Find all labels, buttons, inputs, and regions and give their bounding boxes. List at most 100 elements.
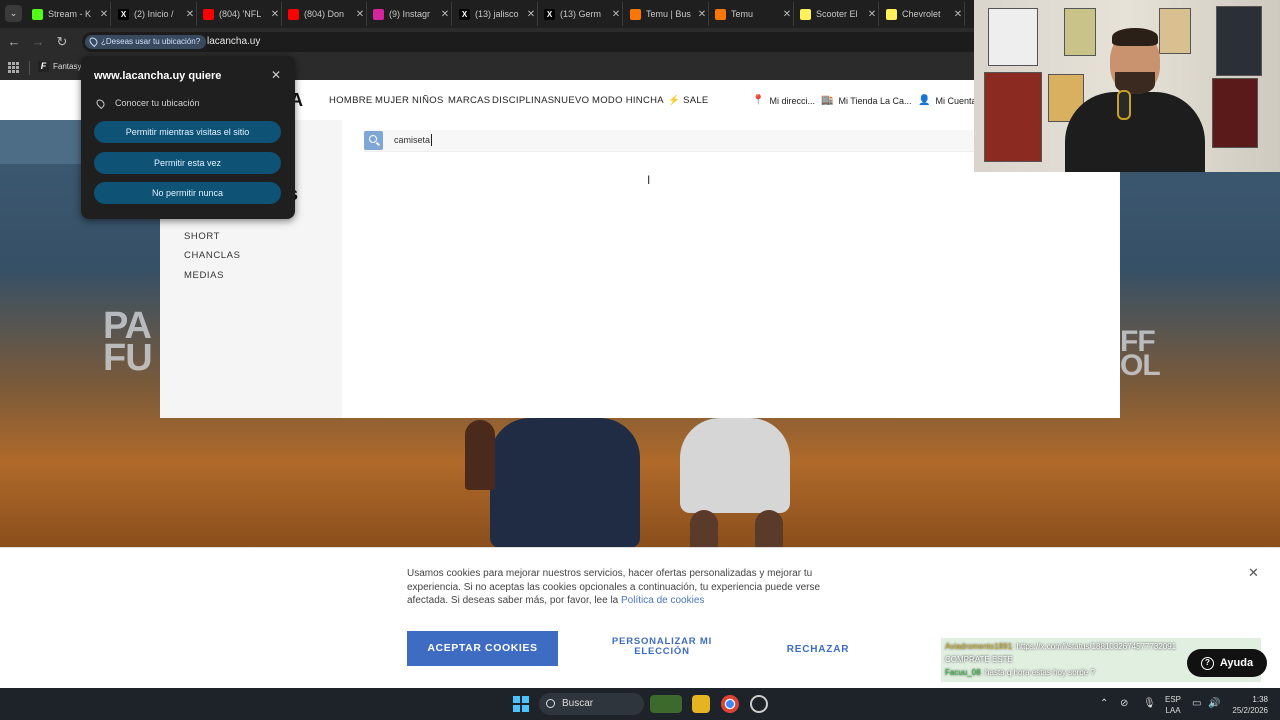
tab-8[interactable]: Temu | Bus ✕ [624, 2, 709, 26]
allow-while-visiting-button[interactable]: Permitir mientras visitas el sitio [94, 121, 281, 143]
address-selector[interactable]: 📍 Mi direcci... [752, 95, 815, 106]
nav-label: SALE [683, 95, 709, 106]
nav-label: NIÑOS [412, 95, 444, 106]
tab-9[interactable]: Temu ✕ [709, 2, 794, 26]
tab-title: Chevrolet [902, 9, 941, 19]
file-explorer-icon[interactable] [692, 695, 710, 713]
tab-close-icon[interactable]: ✕ [354, 9, 366, 20]
system-clock[interactable]: 1:38 25/2/2026 [1225, 694, 1268, 716]
back-arrow-icon[interactable]: ← [6, 34, 22, 50]
streamer-body [1065, 92, 1205, 172]
tab-2[interactable]: X (2) Inicio / ✕ [112, 2, 197, 26]
location-permission-chip[interactable]: ¿Deseas usar tu ubicación? [85, 35, 207, 49]
allow-this-time-button[interactable]: Permitir esta vez [94, 152, 281, 174]
tab-close-icon[interactable]: ✕ [98, 9, 110, 20]
network-icon[interactable]: ⊘ [1120, 698, 1128, 709]
bookmark-divider [29, 61, 30, 75]
search-bar[interactable]: camiseta [364, 130, 984, 152]
clock-date: 25/2/2026 [1232, 706, 1268, 715]
tab-3[interactable]: (804) 'NFL ✕ [197, 2, 282, 26]
poster-image [1212, 78, 1258, 148]
tab-title: Stream - K [48, 9, 92, 19]
never-allow-button[interactable]: No permitir nunca [94, 182, 281, 204]
search-button[interactable] [364, 131, 383, 150]
nav-item[interactable]: MODO HINCHA [592, 95, 664, 106]
close-icon[interactable]: ✕ [1248, 565, 1259, 581]
clock-time: 1:38 [1252, 695, 1268, 704]
popup-location-label: Conocer tu ubicación [115, 98, 200, 108]
help-icon: ? [1200, 656, 1214, 670]
nav-item[interactable]: MUJER [375, 95, 409, 106]
nav-label: MARCAS [448, 95, 491, 106]
popup-close-icon[interactable]: ✕ [269, 68, 283, 82]
cookie-text: Usamos cookies para mejorar nuestros ser… [407, 567, 837, 608]
address-bar[interactable]: ¿Deseas usar tu ubicación? lacancha.uy [82, 32, 982, 52]
store-selector[interactable]: 🏬 Mi Tienda La Ca... [821, 95, 912, 106]
tab-close-icon[interactable]: ✕ [610, 9, 622, 20]
tab-1[interactable]: Stream - K ✕ [26, 2, 111, 26]
suggestion-item[interactable]: SHORT [184, 231, 220, 242]
tab-4[interactable]: (804) Don ✕ [282, 2, 367, 26]
cookie-policy-link[interactable]: Política de cookies [621, 595, 704, 606]
help-button[interactable]: ? Ayuda [1187, 649, 1267, 677]
popup-title: www.lacancha.uy quiere [94, 70, 222, 82]
nav-label: MODO HINCHA [592, 95, 664, 106]
bookmark-fantasy[interactable]: F Fantasy [38, 61, 81, 72]
customize-cookies-button[interactable]: PERSONALIZAR MI ELECCIÓN [598, 637, 726, 657]
suggestion-item[interactable]: MEDIAS [184, 270, 224, 281]
microphone-icon[interactable]: 🎙 [1143, 698, 1156, 709]
windows-start-icon[interactable] [513, 696, 529, 712]
tab-5[interactable]: (9) Instagr ✕ [367, 2, 452, 26]
tab-close-icon[interactable]: ✕ [439, 9, 451, 20]
reject-cookies-button[interactable]: RECHAZAR [760, 644, 876, 655]
url-text[interactable]: lacancha.uy [207, 36, 260, 47]
tab-close-icon[interactable]: ✕ [184, 9, 196, 20]
search-input[interactable]: camiseta [394, 135, 430, 145]
account-link[interactable]: 👤 Mi Cuenta [918, 95, 976, 106]
nav-item[interactable]: MARCAS [448, 95, 490, 106]
tab-title: Scooter El [816, 9, 858, 19]
player-right-leg [690, 510, 718, 550]
search-icon [369, 135, 377, 143]
accept-cookies-button[interactable]: ACEPTAR COOKIES [407, 631, 558, 666]
tab-6[interactable]: X (13) jalisco ✕ [453, 2, 538, 26]
tab-close-icon[interactable]: ✕ [781, 9, 793, 20]
recording-app-icon[interactable] [750, 695, 768, 713]
search-icon [546, 699, 555, 708]
hero-right-text: FF OL [1120, 325, 1161, 382]
tab-close-icon[interactable]: ✕ [269, 9, 281, 20]
suggestion-item[interactable]: CHANCLAS [184, 250, 241, 261]
widget-icon[interactable] [650, 695, 682, 713]
volume-icon[interactable]: 🔊 [1208, 698, 1220, 709]
tab-close-icon[interactable]: ✕ [866, 9, 878, 20]
tab-close-icon[interactable]: ✕ [525, 9, 537, 20]
taskbar-search[interactable]: Buscar [539, 693, 644, 715]
text-cursor-icon: I [647, 173, 651, 187]
tab-11[interactable]: Chevrolet ✕ [880, 2, 965, 26]
tab-title: Temu [731, 9, 754, 19]
nav-item[interactable]: NIÑOS [412, 95, 444, 106]
nav-item[interactable]: ⚡ SALE [668, 95, 709, 106]
nav-item[interactable]: HOMBRE [329, 95, 373, 106]
apps-grid-icon[interactable] [8, 62, 19, 73]
nav-item[interactable]: NUEVO [554, 95, 589, 106]
chat-text: : hasta q hora estas hoy sorde ? [980, 668, 1095, 677]
nav-item[interactable]: DISCIPLINAS [492, 95, 554, 106]
tab-7[interactable]: X (13) Germ ✕ [538, 2, 623, 26]
tab-title: (2) Inicio / [134, 9, 174, 19]
mercadolibre-icon [800, 8, 811, 20]
poster-image [988, 8, 1038, 66]
monitor-icon[interactable]: ▭ [1192, 698, 1201, 709]
forward-arrow-icon[interactable]: → [30, 34, 46, 50]
chevron-up-icon[interactable]: ⌃ [1100, 698, 1108, 709]
tab-close-icon[interactable]: ✕ [696, 9, 708, 20]
chat-username: Facuu_08 [945, 668, 981, 677]
tab-search-button[interactable]: ⌄ [5, 5, 22, 22]
language-indicator[interactable]: ESP LAA [1165, 694, 1181, 716]
chrome-icon[interactable] [721, 695, 739, 713]
store-icon: 🏬 [821, 95, 834, 106]
reload-icon[interactable]: ↻ [54, 34, 70, 50]
x-icon: X [544, 8, 555, 20]
tab-10[interactable]: Scooter El ✕ [794, 2, 879, 26]
tab-close-icon[interactable]: ✕ [952, 9, 964, 20]
